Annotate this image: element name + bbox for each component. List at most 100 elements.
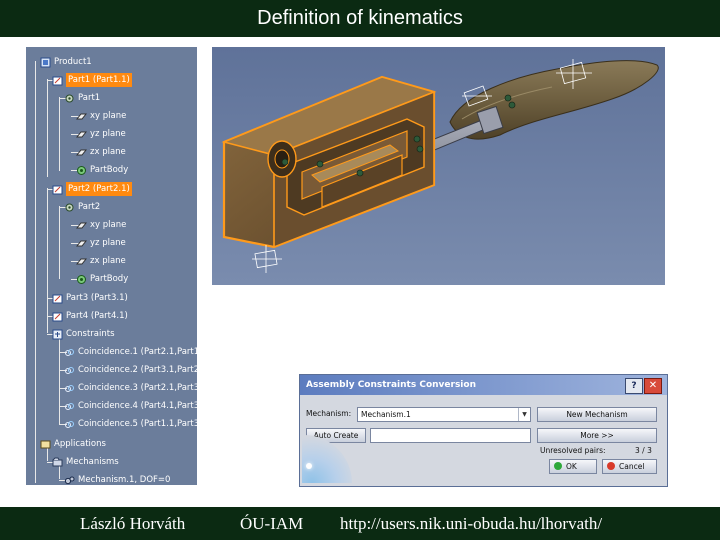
mechanism-select-value: Mechanism.1 [361, 410, 411, 419]
tree-node[interactable]: Part3 (Part3.1) [52, 291, 128, 305]
plane-icon [76, 147, 87, 158]
tree-node[interactable]: Part4 (Part4.1) [52, 309, 128, 323]
tree-node-label: yz plane [90, 129, 126, 139]
ok-button[interactable]: OK [549, 459, 597, 474]
tree-node[interactable]: Applications [40, 437, 106, 451]
tree-node-label: Part1 (Part1.1) [66, 73, 132, 87]
constraints-icon [52, 329, 63, 340]
dialog-title-bar[interactable]: Assembly Constraints Conversion ? ✕ [300, 375, 667, 395]
tree-node-label: Coincidence.4 (Part4.1,Part3.1) [78, 401, 197, 411]
tree-connector-line [59, 333, 60, 425]
tree-node[interactable]: Mechanism.1, DOF=0 [64, 473, 170, 485]
tree-node-label: xy plane [90, 220, 127, 230]
coincidence-icon [64, 419, 75, 430]
cancel-button[interactable]: Cancel [602, 459, 657, 474]
tree-connector-line [59, 97, 60, 171]
mechanism-icon [64, 475, 75, 486]
cancel-x-icon [607, 462, 615, 470]
tree-node-label: Part2 [78, 202, 101, 212]
tree-node[interactable]: Part2 [64, 200, 100, 214]
mechanisms-icon [52, 457, 63, 468]
auto-create-field [370, 428, 531, 443]
mechanism-select[interactable]: Mechanism.1 ▼ [357, 407, 531, 422]
tree-node[interactable]: zx plane [76, 254, 126, 268]
unresolved-pairs-label: Unresolved pairs: [540, 446, 606, 455]
more-button[interactable]: More >> [537, 428, 657, 443]
tree-node[interactable]: yz plane [76, 127, 126, 141]
tree-connector-line [47, 188, 48, 333]
tree-node-label: Part3 (Part3.1) [66, 293, 128, 303]
tree-node-label: zx plane [90, 256, 126, 266]
tree-node[interactable]: yz plane [76, 236, 126, 250]
tree-node[interactable]: Part2 (Part2.1) [52, 182, 132, 196]
tree-connector-line [35, 61, 36, 483]
tree-node[interactable]: PartBody [76, 163, 128, 177]
plane-icon [76, 256, 87, 267]
slide-title: Definition of kinematics [0, 0, 720, 37]
tree-connector-line [47, 79, 48, 177]
tree-node[interactable]: Coincidence.2 (Part3.1,Part2.1) [64, 363, 197, 377]
tree-node[interactable]: xy plane [76, 109, 126, 123]
tree-node[interactable]: PartBody [76, 272, 128, 286]
tree-node-label: Coincidence.5 (Part1.1,Part3.1) [78, 419, 197, 429]
tree-node[interactable]: Mechanisms [52, 455, 119, 469]
base-block-part [221, 75, 437, 249]
coincidence-icon [64, 401, 75, 412]
tree-connector-line [59, 206, 60, 279]
tree-node-label: zx plane [90, 147, 126, 157]
close-button[interactable]: ✕ [644, 378, 662, 394]
tree-node-label: Mechanism.1, DOF=0 [78, 475, 171, 485]
dialog-title: Assembly Constraints Conversion [306, 380, 476, 390]
footer-url[interactable]: http://users.nik.uni-obuda.hu/lhorvath/ [340, 507, 602, 540]
plane-icon [76, 111, 87, 122]
tree-node[interactable]: Coincidence.4 (Part4.1,Part3.1) [64, 399, 197, 413]
tree-node[interactable]: Coincidence.3 (Part2.1,Part3.1) [64, 381, 197, 395]
tree-node[interactable]: Part1 (Part1.1) [52, 73, 132, 87]
tree-node-label: yz plane [90, 238, 126, 248]
3d-viewport[interactable] [212, 47, 665, 285]
tree-node-label: Coincidence.2 (Part3.1,Part2.1) [78, 365, 197, 375]
tree-node[interactable]: Constraints [52, 327, 115, 341]
tree-node-label: Part1 [78, 93, 101, 103]
coincidence-icon [64, 347, 75, 358]
plane-icon [76, 238, 87, 249]
dialog-glow-dot [306, 463, 312, 469]
unresolved-pairs-value: 3 / 3 [635, 446, 652, 455]
product-icon [40, 57, 51, 68]
body-gear-icon [76, 274, 87, 285]
tree-node-label: Part2 (Part2.1) [66, 182, 132, 196]
cancel-button-label: Cancel [619, 462, 645, 471]
part-icon [52, 293, 63, 304]
tree-node-label: Applications [54, 439, 106, 449]
tree-node-label: Part4 (Part4.1) [66, 311, 128, 321]
tree-node[interactable]: Coincidence.5 (Part1.1,Part3.1) [64, 417, 197, 431]
tree-node-label: Constraints [66, 329, 115, 339]
part-icon [52, 184, 63, 195]
mechanism-label: Mechanism: [306, 409, 352, 418]
tree-node-label: Coincidence.3 (Part2.1,Part3.1) [78, 383, 197, 393]
coincidence-icon [64, 383, 75, 394]
coincidence-icon [64, 365, 75, 376]
ok-button-label: OK [566, 462, 577, 471]
specification-tree[interactable]: Product1 Part1 (Part1.1) Part1 xy plane yz p… [26, 47, 197, 485]
ok-check-icon [554, 462, 562, 470]
tree-node[interactable]: Part1 [64, 91, 100, 105]
tree-node[interactable]: Coincidence.1 (Part2.1,Part1.1) [64, 345, 197, 359]
part-icon [52, 311, 63, 322]
plane-icon [76, 129, 87, 140]
slide-footer: László Horváth ÓU-IAM http://users.nik.u… [0, 507, 720, 540]
assembly-constraints-conversion-dialog[interactable]: Assembly Constraints Conversion ? ✕ Mech… [299, 374, 668, 487]
applications-icon [40, 439, 51, 450]
new-mechanism-button[interactable]: New Mechanism [537, 407, 657, 422]
tree-node-label: Mechanisms [66, 457, 119, 467]
help-button[interactable]: ? [625, 378, 643, 394]
tree-node-label: PartBody [90, 274, 129, 284]
tree-node-label: PartBody [90, 165, 129, 175]
gear-icon [64, 93, 75, 104]
tree-node[interactable]: Product1 [40, 55, 92, 69]
plane-icon [76, 220, 87, 231]
tree-node[interactable]: zx plane [76, 145, 126, 159]
tree-node-label: Product1 [54, 57, 92, 67]
chevron-down-icon[interactable]: ▼ [518, 408, 530, 421]
tree-node[interactable]: xy plane [76, 218, 126, 232]
